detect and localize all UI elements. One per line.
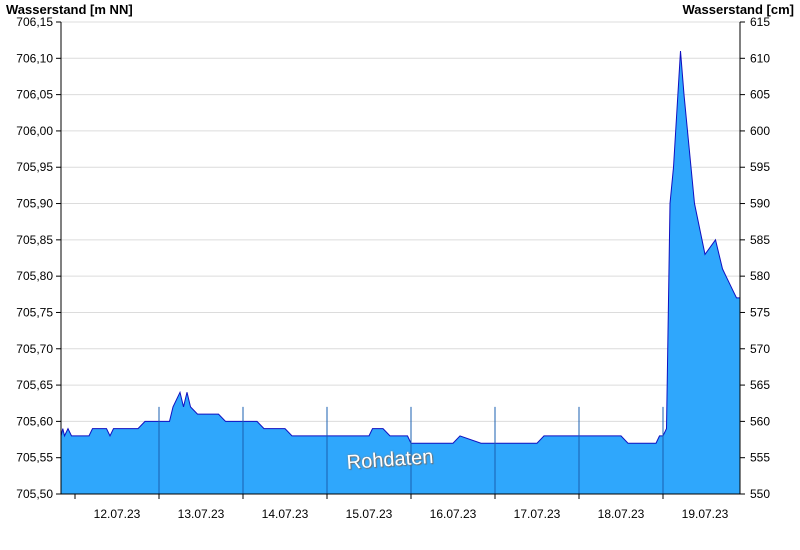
left-y-tick-label: 705,70 [16, 342, 53, 356]
right-y-tick-label: 600 [750, 124, 770, 138]
right-y-tick-label: 570 [750, 342, 770, 356]
right-y-tick-labels: 550 555 560 565 570 575 580 585 590 595 600 605 610 6… [750, 15, 770, 501]
x-tick-label: 14.07.23 [262, 507, 309, 521]
left-y-tick-label: 705,55 [16, 451, 53, 465]
left-y-tick-label: 705,90 [16, 197, 53, 211]
right-y-tick-label: 575 [750, 305, 770, 319]
left-y-tick-label: 705,50 [16, 487, 53, 501]
right-y-tick-label: 585 [750, 233, 770, 247]
left-y-tick-label: 705,65 [16, 378, 53, 392]
right-y-tick-label: 605 [750, 88, 770, 102]
x-tick-label: 19.07.23 [682, 507, 729, 521]
left-y-tick-label: 705,75 [16, 305, 53, 319]
left-y-tick-label: 705,60 [16, 414, 53, 428]
water-level-area [61, 51, 740, 494]
left-y-tick-labels: 705,50 705,55 705,60 705,65 705,70 705,75 705,… [16, 15, 53, 501]
left-axis-title: Wasserstand [m NN] [6, 2, 133, 17]
right-axis-title: Wasserstand [cm] [682, 2, 795, 17]
right-y-tick-label: 555 [750, 451, 770, 465]
left-y-tick-label: 705,85 [16, 233, 53, 247]
left-y-tick-label: 705,95 [16, 160, 53, 174]
right-y-tick-label: 615 [750, 15, 770, 29]
left-y-tick-label: 706,05 [16, 88, 53, 102]
right-y-tick-label: 550 [750, 487, 770, 501]
right-y-tick-label: 595 [750, 160, 770, 174]
right-y-tick-label: 560 [750, 414, 770, 428]
x-tick-label: 16.07.23 [430, 507, 477, 521]
x-tick-label: 18.07.23 [598, 507, 645, 521]
water-level-line [60, 50, 740, 444]
right-y-tick-label: 580 [750, 269, 770, 283]
left-y-tick-label: 706,15 [16, 15, 53, 29]
left-y-tick-label: 705,80 [16, 269, 53, 283]
left-y-tick-label: 706,10 [16, 51, 53, 65]
x-tick-label: 15.07.23 [346, 507, 393, 521]
x-tick-labels: 12.07.23 13.07.23 14.07.23 15.07.23 16.07.23… [94, 507, 729, 521]
right-y-tick-label: 590 [750, 197, 770, 211]
right-y-tick-label: 565 [750, 378, 770, 392]
x-tick-label: 13.07.23 [178, 507, 225, 521]
x-tick-label: 17.07.23 [514, 507, 561, 521]
right-y-tick-label: 610 [750, 51, 770, 65]
x-tick-label: 12.07.23 [94, 507, 141, 521]
left-y-tick-label: 706,00 [16, 124, 53, 138]
